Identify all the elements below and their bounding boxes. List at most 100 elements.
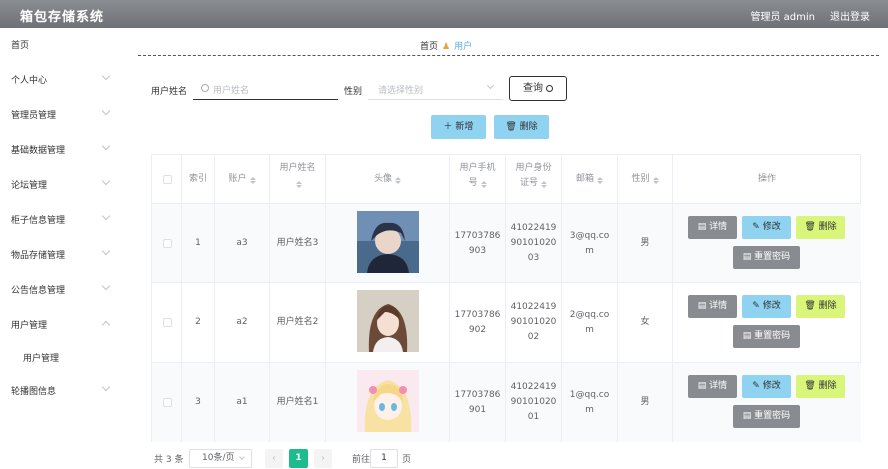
header-label: 索引 [188, 174, 207, 184]
sidebar-item-basic-data[interactable]: 基础数据管理 [0, 138, 118, 160]
sidebar-item-cabinets[interactable]: 柜子信息管理 [0, 208, 118, 230]
top-bar: 箱包存储系统 管理员 admin 退出登录 [0, 0, 888, 28]
table-row: 2 a2 用户姓名2 17703786902 41022419901010200… [152, 283, 861, 363]
name-search-input[interactable]: 用户姓名 [193, 78, 338, 100]
sidebar-subitem-users[interactable]: 用户管理 [0, 346, 118, 368]
gender-select[interactable]: 请选择性别 [368, 78, 503, 100]
row-checkbox[interactable] [163, 318, 172, 327]
edit-button-label: 修改 [762, 381, 781, 391]
prev-page-button[interactable]: ‹ [265, 449, 283, 468]
sort-icon[interactable] [597, 177, 603, 184]
pager-goto-input[interactable]: 1 [370, 449, 398, 468]
sidebar-item-admins[interactable]: 管理员管理 [0, 103, 118, 125]
cell-operations: ▤ 详情 ✎ 修改 🗑 删除 ▤ 重置密码 [673, 363, 861, 442]
cell-text: 410224199010102002 [510, 302, 557, 342]
row-checkbox[interactable] [163, 239, 172, 248]
page-size-select[interactable]: 10条/页 [189, 449, 252, 468]
header-idcard[interactable]: 用户身份证号 [506, 155, 562, 204]
cell-text: 410224199010102001 [510, 382, 557, 422]
sidebar-item-forum[interactable]: 论坛管理 [0, 173, 118, 195]
header-email[interactable]: 邮箱 [562, 155, 618, 204]
row-checkbox[interactable] [163, 398, 172, 407]
cell-email: 2@qq.com [562, 283, 618, 363]
sort-icon[interactable] [296, 181, 302, 188]
sidebar-item-label: 首页 [11, 41, 30, 51]
header-phone[interactable]: 用户手机号 [450, 155, 506, 204]
chevron-down-icon [101, 246, 111, 256]
sidebar-item-users[interactable]: 用户管理 [0, 313, 118, 335]
plus-icon: ＋ [443, 122, 456, 132]
sidebar-item-notices[interactable]: 公告信息管理 [0, 278, 118, 300]
sort-icon[interactable] [652, 177, 659, 184]
header-name[interactable]: 用户姓名 [270, 155, 326, 204]
page-number-current[interactable]: 1 [289, 449, 308, 468]
sidebar-item-carousel[interactable]: 轮播图信息 [0, 379, 118, 401]
document-icon: ▤ [742, 331, 755, 341]
cell-index: 1 [182, 204, 215, 283]
page-size-value: 10条/页 [202, 453, 235, 463]
select-all-checkbox[interactable] [163, 175, 172, 184]
cell-idcard: 410224199010102001 [506, 363, 562, 442]
cell-text: 男 [640, 238, 650, 248]
cell-name: 用户姓名2 [270, 283, 326, 363]
cell-gender: 男 [618, 204, 673, 283]
logout-link[interactable]: 退出登录 [830, 8, 870, 23]
reset-password-button[interactable]: ▤ 重置密码 [733, 325, 800, 348]
header-label: 用户手机号 [459, 163, 496, 188]
batch-delete-button[interactable]: 🗑 删除 [494, 115, 549, 139]
sidebar-item-label: 轮播图信息 [11, 387, 57, 397]
detail-button-label: 详情 [709, 381, 728, 391]
cell-text: 2 [195, 317, 201, 327]
cell-text: 17703786902 [454, 310, 501, 335]
chevron-down-icon [101, 176, 111, 186]
sort-icon[interactable] [249, 177, 256, 184]
sidebar-item-label: 基础数据管理 [11, 146, 66, 156]
next-page-button[interactable]: › [314, 449, 332, 468]
detail-button[interactable]: ▤ 详情 [688, 216, 737, 239]
header-account[interactable]: 账户 [215, 155, 270, 204]
trash-icon: 🗑 [804, 301, 819, 311]
sidebar-item-label: 论坛管理 [11, 181, 48, 191]
cell-text: a1 [236, 397, 248, 407]
add-button[interactable]: ＋ 新增 [431, 115, 486, 139]
sidebar-item-storage[interactable]: 物品存储管理 [0, 243, 118, 265]
reset-password-button[interactable]: ▤ 重置密码 [733, 405, 800, 428]
delete-button[interactable]: 🗑 删除 [796, 295, 845, 318]
reset-password-button[interactable]: ▤ 重置密码 [733, 246, 800, 269]
breadcrumb-home[interactable]: 首页 [420, 42, 438, 52]
pencil-icon: ✎ [752, 301, 763, 311]
detail-button[interactable]: ▤ 详情 [688, 295, 737, 318]
sidebar-item-profile[interactable]: 个人中心 [0, 68, 118, 90]
header-avatar[interactable]: 头像 [326, 155, 450, 204]
sort-icon[interactable] [395, 177, 401, 184]
delete-button[interactable]: 🗑 删除 [796, 216, 845, 239]
header-index: 索引 [182, 155, 215, 204]
cell-phone: 17703786902 [450, 283, 506, 363]
chevron-down-icon [101, 382, 111, 392]
cell-text: 410224199010102003 [510, 223, 557, 263]
delete-button-label: 删除 [818, 222, 837, 232]
header-label: 账户 [228, 174, 247, 184]
edit-button[interactable]: ✎ 修改 [742, 375, 791, 398]
cell-text: 3@qq.com [569, 231, 610, 256]
delete-button-label: 删除 [519, 122, 538, 132]
edit-button[interactable]: ✎ 修改 [742, 216, 791, 239]
cell-phone: 17703786903 [450, 204, 506, 283]
name-search-label: 用户姓名 [151, 87, 188, 97]
detail-button[interactable]: ▤ 详情 [688, 375, 737, 398]
pager-total: 共 3 条 [154, 455, 184, 465]
sort-icon[interactable] [541, 181, 547, 188]
document-icon: ▤ [697, 222, 710, 232]
header-gender[interactable]: 性别 [618, 155, 673, 204]
sidebar-item-label: 公告信息管理 [11, 286, 66, 296]
edit-button[interactable]: ✎ 修改 [742, 295, 791, 318]
query-button-label: 查询 [523, 83, 543, 94]
breadcrumb: 首页 ♟ 用户 [420, 39, 472, 52]
trash-icon: 🗑 [804, 222, 819, 232]
users-table: 索引 账户 用户姓名 头像 用户手机号 用户身份证号 邮箱 性别 操作 1 a3… [151, 154, 861, 442]
delete-button[interactable]: 🗑 删除 [796, 375, 845, 398]
sort-icon[interactable] [480, 181, 487, 188]
sidebar-item-home[interactable]: 首页 [0, 33, 118, 55]
query-button[interactable]: 查询 [509, 76, 567, 101]
delete-button-label: 删除 [818, 301, 837, 311]
